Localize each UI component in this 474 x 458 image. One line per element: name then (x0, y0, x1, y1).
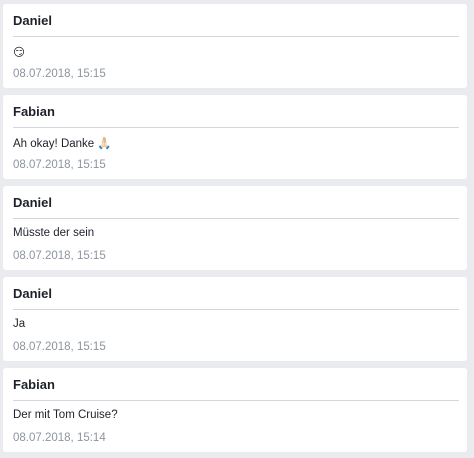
message-text: Ah okay! Danke 🙏🏻 (13, 138, 112, 150)
message-card[interactable]: Daniel 😏 08.07.2018, 15:15 (3, 4, 467, 88)
message-card[interactable]: Fabian Der mit Tom Cruise? 08.07.2018, 1… (3, 368, 467, 452)
message-sender: Fabian (13, 104, 55, 119)
message-sender: Daniel (13, 195, 53, 210)
message-sender: Daniel (13, 286, 53, 301)
message-sender: Daniel (13, 13, 53, 28)
message-timestamp: 08.07.2018, 15:14 (13, 432, 106, 444)
message-divider (13, 400, 459, 401)
message-timestamp: 08.07.2018, 15:15 (13, 341, 106, 353)
message-card[interactable]: Daniel Müsste der sein 08.07.2018, 15:15 (3, 186, 467, 270)
message-divider (13, 36, 459, 37)
message-timestamp: 08.07.2018, 15:15 (13, 159, 106, 171)
message-text: Der mit Tom Cruise? (13, 409, 118, 421)
message-list: Daniel 😏 08.07.2018, 15:15 Fabian Ah oka… (0, 0, 474, 458)
message-text: 😏 (13, 47, 25, 59)
message-divider (13, 127, 459, 128)
message-divider (13, 218, 459, 219)
message-timestamp: 08.07.2018, 15:15 (13, 250, 106, 262)
message-text: Ja (13, 318, 26, 330)
message-text: Müsste der sein (13, 227, 95, 239)
message-timestamp: 08.07.2018, 15:15 (13, 68, 106, 80)
message-sender: Fabian (13, 377, 55, 392)
message-card[interactable]: Fabian Ah okay! Danke 🙏🏻 08.07.2018, 15:… (3, 95, 467, 179)
message-divider (13, 309, 459, 310)
message-card[interactable]: Daniel Ja 08.07.2018, 15:15 (3, 277, 467, 361)
